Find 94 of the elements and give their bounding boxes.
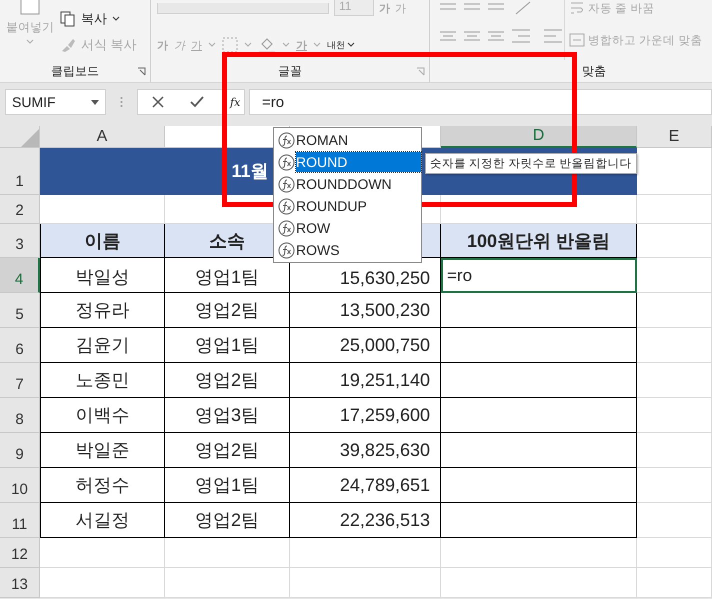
dialog-launcher-icon[interactable] — [137, 67, 146, 76]
empty-cell[interactable] — [637, 363, 712, 398]
empty-cell[interactable] — [637, 468, 712, 503]
row-header[interactable]: 1 — [0, 148, 40, 195]
font-name-field[interactable] — [157, 2, 329, 14]
row-header[interactable]: 12 — [0, 538, 40, 568]
merge-icon[interactable] — [569, 32, 585, 48]
table-cell: 영업1팀 — [165, 468, 290, 503]
table-header: 100원단위 반올림 — [441, 224, 637, 258]
empty-cell[interactable] — [290, 538, 441, 568]
caret-icon[interactable] — [91, 100, 99, 104]
function-option[interactable]: ROUNDDOWN — [296, 174, 421, 194]
function-icon — [278, 220, 295, 236]
tooltip: 숫자를 지정한 자릿수로 반올림합니다 — [425, 153, 637, 174]
table-cell: 노종민 — [40, 363, 165, 398]
empty-cell[interactable] — [637, 398, 712, 433]
table-cell: 정유라 — [40, 293, 165, 328]
caret-icon[interactable] — [347, 42, 355, 48]
row-header[interactable]: 5 — [0, 293, 40, 328]
function-icon — [278, 242, 295, 258]
row-header[interactable]: 9 — [0, 433, 40, 468]
empty-cell[interactable] — [441, 568, 637, 598]
function-option[interactable]: ROUNDUP — [296, 196, 421, 216]
function-icon — [278, 132, 295, 148]
row-header[interactable]: 11 — [0, 503, 40, 538]
row-header[interactable]: 10 — [0, 468, 40, 503]
function-icon — [278, 198, 295, 214]
row-header[interactable]: 7 — [0, 363, 40, 398]
wrap-text-icon[interactable] — [569, 0, 585, 16]
name-box[interactable]: SUMIF — [5, 89, 106, 115]
row-header[interactable]: 8 — [0, 398, 40, 433]
row-header[interactable]: 4 — [0, 258, 40, 293]
table-cell: 서길정 — [40, 503, 165, 538]
table-cell: 39,825,630 — [290, 433, 441, 468]
table-cell: 영업2팀 — [165, 433, 290, 468]
empty-cell[interactable] — [637, 568, 712, 598]
table-cell: 25,000,750 — [290, 328, 441, 363]
table-cell: 영업1팀 — [165, 328, 290, 363]
paste-icon[interactable] — [19, 0, 41, 16]
table-cell: 22,236,513 — [290, 503, 441, 538]
active-cell[interactable]: =ro — [441, 258, 637, 293]
column-header[interactable]: E — [637, 126, 712, 148]
empty-cell[interactable] — [637, 503, 712, 538]
row-header[interactable]: 2 — [0, 195, 40, 224]
empty-cell[interactable] — [637, 433, 712, 468]
row-header[interactable]: 6 — [0, 328, 40, 363]
empty-cell[interactable] — [441, 538, 637, 568]
grip-icon — [120, 96, 123, 108]
row-header[interactable]: 3 — [0, 224, 40, 258]
table-cell: 영업2팀 — [165, 503, 290, 538]
copy-button[interactable]: 복사 — [81, 10, 107, 28]
table-cell: 영업2팀 — [165, 363, 290, 398]
formula-field[interactable]: =ro — [249, 89, 712, 115]
function-icon — [278, 176, 295, 192]
table-cell: 이백수 — [40, 398, 165, 433]
table-cell: 박일준 — [40, 433, 165, 468]
table-cell: 박일성 — [40, 258, 165, 293]
function-option[interactable]: ROUND — [296, 152, 421, 172]
column-header[interactable]: D — [441, 126, 637, 148]
table-cell: 영업3팀 — [165, 398, 290, 433]
fill-bucket-icon[interactable] — [258, 36, 276, 54]
empty-cell[interactable] — [637, 538, 712, 568]
title-text: 11월 — [231, 160, 269, 183]
function-option[interactable]: ROMAN — [296, 130, 421, 150]
check-icon[interactable] — [190, 96, 204, 108]
caret-icon[interactable] — [112, 16, 120, 22]
copy-icon[interactable] — [60, 11, 76, 27]
empty-cell[interactable] — [637, 195, 712, 224]
table-cell: 영업2팀 — [165, 293, 290, 328]
empty-cell[interactable] — [637, 293, 712, 328]
column-header[interactable]: A — [40, 126, 165, 148]
empty-cell[interactable] — [637, 258, 712, 293]
function-icon — [278, 154, 295, 170]
table-header: 이름 — [40, 224, 165, 258]
table-cell: 24,789,651 — [290, 468, 441, 503]
table-cell: 13,500,230 — [290, 293, 441, 328]
group-label: 클립보드 — [51, 62, 99, 80]
close-icon[interactable] — [152, 96, 164, 108]
function-option[interactable]: ROWS — [296, 240, 421, 260]
group-label: 글꼴 — [278, 62, 302, 80]
table-cell: 17,259,600 — [290, 398, 441, 433]
empty-cell[interactable] — [165, 538, 290, 568]
insert-function-button[interactable]: fx — [230, 96, 240, 108]
row-header[interactable]: 13 — [0, 568, 40, 598]
table-cell: 허정수 — [40, 468, 165, 503]
empty-cell[interactable] — [637, 328, 712, 363]
table-cell: 19,251,140 — [290, 363, 441, 398]
function-option[interactable]: ROW — [296, 218, 421, 238]
group-label: 맞춤 — [582, 62, 606, 80]
border-icon[interactable] — [222, 37, 238, 53]
empty-cell[interactable] — [290, 568, 441, 598]
brush-icon[interactable] — [60, 37, 76, 53]
table-cell: 김윤기 — [40, 328, 165, 363]
empty-cell[interactable] — [165, 568, 290, 598]
